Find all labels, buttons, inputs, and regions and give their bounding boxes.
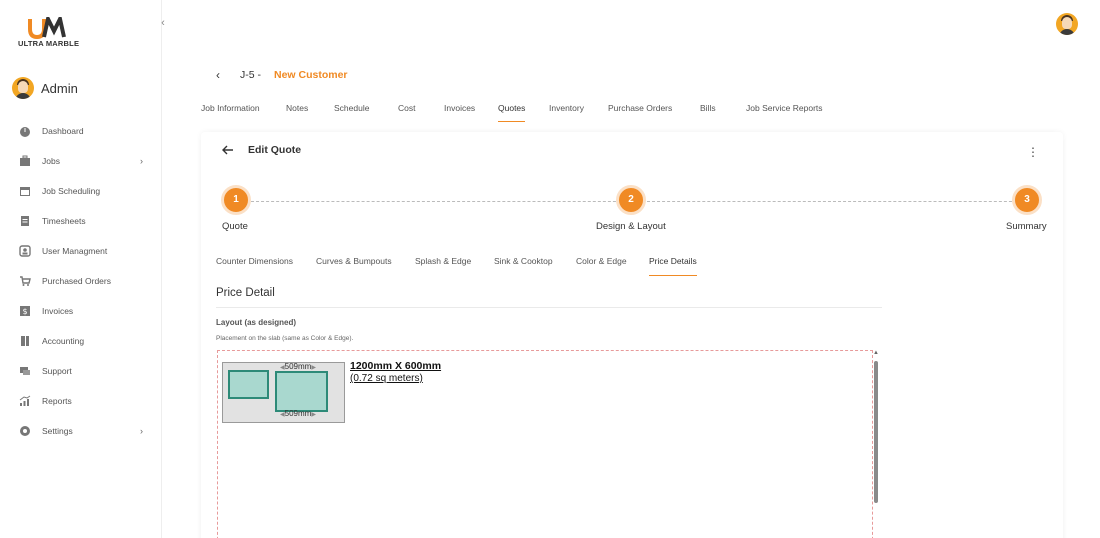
user-card-icon (18, 245, 31, 258)
subtab-sink-cooktop[interactable]: Sink & Cooktop (494, 252, 553, 276)
subtab-price-details[interactable]: Price Details (649, 252, 697, 276)
scroll-thumb[interactable] (874, 361, 878, 503)
job-header: ‹ J-5 - New Customer (216, 67, 348, 83)
logo-mark-icon (28, 13, 66, 40)
tab-invoices[interactable]: Invoices (444, 100, 475, 122)
arrow-right-icon: ▶ (311, 412, 316, 418)
tab-inventory[interactable]: Inventory (549, 100, 584, 122)
sidebar: ULTRA MARBLE ‹ Admin Dashboard Jobs › Jo… (0, 0, 165, 538)
layout-help-text: Placement on the slab (same as Color & E… (216, 335, 354, 342)
avatar (12, 77, 34, 99)
subtab-curves-bumpouts[interactable]: Curves & Bumpouts (316, 252, 392, 276)
sidebar-item-label: Dashboard (42, 126, 84, 136)
sidebar-item-label: Jobs (42, 156, 60, 166)
cart-icon (18, 275, 31, 288)
layout-scrollbar[interactable]: ▲ (873, 350, 879, 538)
tab-cost[interactable]: Cost (398, 100, 415, 122)
section-title: Price Detail (216, 287, 275, 299)
arrow-left-icon[interactable] (221, 143, 235, 157)
sidebar-item-label: User Managment (42, 246, 108, 256)
logo-text: ULTRA MARBLE (18, 39, 80, 48)
sidebar-item-support[interactable]: Support (18, 356, 148, 386)
account-avatar[interactable] (1056, 13, 1078, 35)
slab-area: (0.72 sq meters) (350, 373, 423, 384)
tab-quotes[interactable]: Quotes (498, 100, 526, 122)
sidebar-item-purchased-orders[interactable]: Purchased Orders (18, 266, 148, 296)
sidebar-nav: Dashboard Jobs › Job Scheduling Timeshee… (18, 116, 148, 446)
job-id: J-5 - (240, 69, 261, 81)
tab-bills[interactable]: Bills (700, 100, 716, 122)
sidebar-item-accounting[interactable]: Accounting (18, 326, 148, 356)
user-name: Admin (41, 80, 78, 96)
collapse-sidebar-button[interactable]: ‹ (156, 16, 170, 30)
more-options-icon[interactable]: ⋮ (1027, 145, 1039, 159)
chart-icon (18, 395, 31, 408)
page-title: Edit Quote (248, 144, 302, 156)
sidebar-item-label: Purchased Orders (42, 276, 111, 286)
sidebar-item-dashboard[interactable]: Dashboard (18, 116, 148, 146)
chevron-left-icon: ‹ (161, 17, 165, 29)
step-1-circle[interactable]: 1 (221, 185, 251, 215)
sidebar-item-label: Reports (42, 396, 72, 406)
scroll-up-icon[interactable]: ▲ (873, 350, 879, 356)
stepper-connector (647, 201, 1027, 202)
stepper-connector (251, 201, 631, 202)
tab-schedule[interactable]: Schedule (334, 100, 369, 122)
sidebar-item-label: Accounting (42, 336, 85, 346)
support-icon (18, 365, 31, 378)
document-icon (18, 215, 31, 228)
chevron-right-icon: › (140, 426, 143, 436)
counter-piece[interactable] (275, 371, 328, 412)
subtab-counter-dimensions[interactable]: Counter Dimensions (216, 252, 293, 276)
dimension-bottom: ◀509mm▶ (280, 409, 316, 418)
sidebar-item-settings[interactable]: Settings › (18, 416, 148, 446)
sidebar-item-label: Settings (42, 426, 73, 436)
subtab-splash-edge[interactable]: Splash & Edge (415, 252, 471, 276)
counter-piece[interactable] (228, 370, 269, 399)
subtab-color-edge[interactable]: Color & Edge (576, 252, 627, 276)
tab-notes[interactable]: Notes (286, 100, 308, 122)
sidebar-item-job-scheduling[interactable]: Job Scheduling (18, 176, 148, 206)
step-3-label: Summary (1006, 221, 1047, 232)
back-chevron-icon[interactable]: ‹ (216, 68, 230, 82)
sidebar-item-timesheets[interactable]: Timesheets (18, 206, 148, 236)
edit-quote-card: Edit Quote ⋮ 1 Quote 2 Design & Layout 3… (201, 132, 1063, 538)
sidebar-item-label: Job Scheduling (42, 186, 101, 196)
dashboard-icon (18, 125, 31, 138)
dimension-top: ◀509mm▶ (280, 362, 316, 371)
step-2-circle[interactable]: 2 (616, 185, 646, 215)
ultra-marble-logo[interactable]: ULTRA MARBLE (18, 13, 80, 49)
briefcase-icon (18, 155, 31, 168)
divider (216, 307, 882, 308)
tab-purchase-orders[interactable]: Purchase Orders (608, 100, 672, 122)
tab-job-information[interactable]: Job Information (201, 100, 260, 122)
sidebar-item-user-managment[interactable]: User Managment (18, 236, 148, 266)
sidebar-item-invoices[interactable]: $ Invoices (18, 296, 148, 326)
customer-name[interactable]: New Customer (274, 69, 348, 81)
step-2-label: Design & Layout (596, 221, 666, 232)
sidebar-item-label: Support (42, 366, 72, 376)
tab-job-service-reports[interactable]: Job Service Reports (746, 100, 823, 122)
sidebar-item-reports[interactable]: Reports (18, 386, 148, 416)
slab-size: 1200mm X 600mm (350, 360, 442, 372)
layout-label: Layout (as designed) (216, 318, 297, 327)
arrow-right-icon: ▶ (311, 365, 316, 371)
card-header: Edit Quote (221, 143, 301, 157)
chevron-right-icon: › (140, 156, 143, 166)
calendar-icon (18, 185, 31, 198)
ledger-icon (18, 335, 31, 348)
user-profile[interactable]: Admin (12, 77, 78, 99)
slab-diagram: ◀509mm▶ ◀509mm▶ (222, 362, 345, 423)
gear-icon (18, 425, 31, 438)
sidebar-item-jobs[interactable]: Jobs › (18, 146, 148, 176)
dollar-icon: $ (18, 305, 31, 318)
step-3-circle[interactable]: 3 (1012, 185, 1042, 215)
svg-text:$: $ (22, 307, 27, 316)
step-1-label: Quote (222, 221, 248, 232)
sidebar-item-label: Timesheets (42, 216, 86, 226)
sidebar-item-label: Invoices (42, 306, 74, 316)
